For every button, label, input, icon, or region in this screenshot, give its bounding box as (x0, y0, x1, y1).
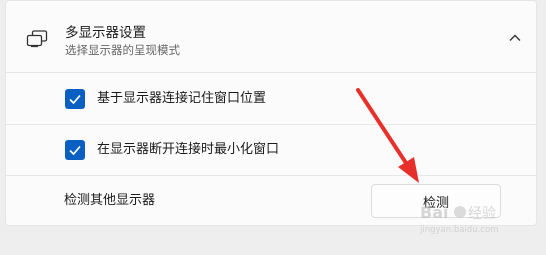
multi-display-settings-panel: 多显示器设置 选择显示器的呈现模式 基于显示器连接记住窗口位置 在显示器断开连接… (5, 0, 537, 226)
multi-display-header[interactable]: 多显示器设置 选择显示器的呈现模式 (6, 1, 536, 73)
svg-text:经验: 经验 (468, 206, 496, 222)
section-title: 多显示器设置 (65, 25, 146, 41)
svg-text:jingyan.baidu.com: jingyan.baidu.com (419, 225, 498, 235)
minimize-windows-label: 在显示器断开连接时最小化窗口 (97, 142, 280, 157)
section-subtitle: 选择显示器的呈现模式 (65, 43, 180, 57)
remember-positions-checkbox[interactable] (65, 89, 85, 109)
detect-displays-label: 检测其他显示器 (64, 193, 156, 208)
remember-positions-label: 基于显示器连接记住窗口位置 (97, 91, 267, 106)
option-remember-window-positions: 基于显示器连接记住窗口位置 (6, 73, 536, 125)
option-minimize-on-disconnect: 在显示器断开连接时最小化窗口 (6, 124, 536, 176)
baidu-jingyan-watermark: Bai 经验 jingyan.baidu.com (418, 198, 543, 238)
minimize-windows-checkbox[interactable] (65, 140, 85, 160)
chevron-up-icon[interactable] (504, 27, 526, 49)
multi-monitor-icon (26, 30, 48, 48)
svg-text:Bai: Bai (420, 203, 448, 222)
